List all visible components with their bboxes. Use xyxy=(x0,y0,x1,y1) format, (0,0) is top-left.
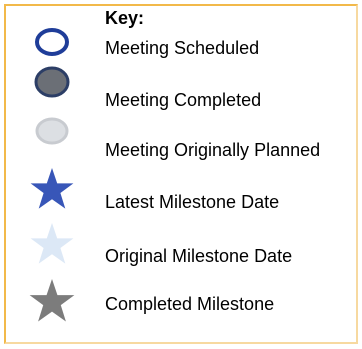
gray-star-icon xyxy=(29,279,75,322)
light-blue-star-icon xyxy=(30,223,74,264)
legend-label-meeting-scheduled: Meeting Scheduled xyxy=(105,38,260,58)
legend-label-completed-milestone: Completed Milestone xyxy=(105,294,275,314)
blue-star-icon xyxy=(30,168,74,209)
legend-label-original-milestone-date: Original Milestone Date xyxy=(105,246,293,266)
legend-label-meeting-originally-planned: Meeting Originally Planned xyxy=(105,140,321,160)
open-ellipse-icon xyxy=(35,28,69,56)
legend-title: Key: xyxy=(105,8,145,28)
legend-label-meeting-completed: Meeting Completed xyxy=(105,90,262,110)
legend-label-latest-milestone-date: Latest Milestone Date xyxy=(105,192,280,212)
filled-ellipse-icon xyxy=(34,66,70,98)
faded-ellipse-icon xyxy=(35,117,69,145)
